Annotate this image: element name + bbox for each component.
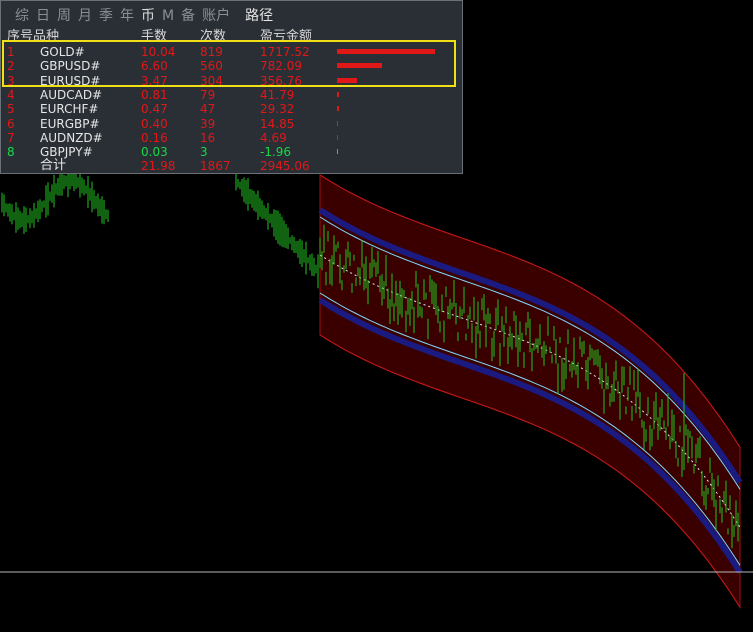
pnl-bar bbox=[337, 149, 338, 155]
row-symbol: EURCHF# bbox=[40, 102, 99, 117]
row-index: 2 bbox=[7, 59, 15, 74]
row-index: 4 bbox=[7, 87, 15, 102]
row-pnl: 356.76 bbox=[260, 73, 302, 88]
row-pnl: 4.69 bbox=[260, 130, 287, 145]
tab-1[interactable]: 日 bbox=[36, 7, 50, 27]
row-index: 7 bbox=[7, 130, 15, 145]
row-symbol: GOLD# bbox=[40, 45, 85, 59]
row-count: 304 bbox=[200, 73, 223, 88]
row-index: 6 bbox=[7, 116, 15, 131]
tab-7[interactable]: M bbox=[162, 7, 174, 27]
table-row[interactable]: 1 GOLD# 10.04 819 1717.52 bbox=[1, 45, 463, 59]
pnl-bar bbox=[337, 77, 357, 83]
total-row: 合计 21.98 1867 2945.06 bbox=[1, 158, 463, 174]
row-index: 1 bbox=[7, 45, 15, 59]
row-count: 16 bbox=[200, 130, 216, 145]
row-count: 47 bbox=[200, 102, 216, 117]
row-count: 819 bbox=[200, 45, 223, 59]
total-pnl: 2945.06 bbox=[260, 159, 310, 173]
row-index: 5 bbox=[7, 102, 15, 117]
tab-2[interactable]: 周 bbox=[57, 7, 71, 27]
row-lots: 3.47 bbox=[141, 73, 168, 88]
row-symbol: EURUSD# bbox=[40, 73, 101, 88]
row-lots: 10.04 bbox=[141, 45, 176, 59]
table-row[interactable]: 8 GBPJPY# 0.03 3 -1.96 bbox=[1, 145, 463, 159]
row-lots: 0.40 bbox=[141, 116, 168, 131]
table-row[interactable]: 2 GBPUSD# 6.60 560 782.09 bbox=[1, 59, 463, 73]
header-index: 序号 bbox=[7, 29, 34, 44]
tab-6[interactable]: 币 bbox=[141, 7, 155, 27]
tab-8[interactable]: 备 bbox=[181, 7, 195, 27]
row-count: 560 bbox=[200, 59, 223, 74]
table-row[interactable]: 6 EURGBP# 0.40 39 14.85 bbox=[1, 117, 463, 131]
row-symbol: AUDNZD# bbox=[40, 130, 103, 145]
tab-path[interactable]: 路径 bbox=[245, 7, 273, 27]
header-index-symbol: 序号品种 bbox=[7, 29, 59, 45]
row-lots: 0.81 bbox=[141, 87, 168, 102]
total-lots: 21.98 bbox=[141, 159, 176, 173]
row-count: 3 bbox=[200, 145, 208, 160]
pnl-bar bbox=[337, 120, 338, 126]
tab-3[interactable]: 月 bbox=[78, 7, 92, 27]
table-row[interactable]: 4 AUDCAD# 0.81 79 41.79 bbox=[1, 88, 463, 102]
row-pnl: 29.32 bbox=[260, 102, 295, 117]
row-lots: 0.47 bbox=[141, 102, 168, 117]
row-pnl: 1717.52 bbox=[260, 45, 310, 59]
row-lots: 0.16 bbox=[141, 130, 168, 145]
total-label: 合计 bbox=[40, 158, 67, 173]
tab-4[interactable]: 季 bbox=[99, 7, 113, 27]
table-row[interactable]: 7 AUDNZD# 0.16 16 4.69 bbox=[1, 131, 463, 145]
row-lots: 6.60 bbox=[141, 59, 168, 74]
pnl-bar bbox=[337, 49, 435, 54]
row-pnl: 782.09 bbox=[260, 59, 302, 74]
table-row[interactable]: 3 EURUSD# 3.47 304 356.76 bbox=[1, 74, 463, 88]
pnl-bar bbox=[337, 91, 339, 97]
row-symbol: EURGBP# bbox=[40, 116, 100, 131]
row-symbol: GBPUSD# bbox=[40, 59, 101, 74]
row-symbol: AUDCAD# bbox=[40, 87, 103, 102]
row-pnl: 14.85 bbox=[260, 116, 295, 131]
row-count: 79 bbox=[200, 87, 216, 102]
period-tabs: 综日周月季年币 M 备账户 路径 bbox=[15, 7, 280, 27]
row-pnl: 41.79 bbox=[260, 87, 295, 102]
header-lots: 手数 bbox=[141, 29, 168, 44]
row-index: 8 bbox=[7, 145, 15, 160]
header-pnl: 盈亏金额 bbox=[260, 29, 313, 44]
statistics-panel: 综日周月季年币 M 备账户 路径 序号品种 手数 次数 盈亏金额 1 GOLD# 10.0… bbox=[0, 0, 463, 174]
tab-9[interactable]: 账户 bbox=[202, 7, 230, 27]
row-count: 39 bbox=[200, 116, 216, 131]
pnl-bar bbox=[337, 134, 338, 140]
row-lots: 0.03 bbox=[141, 145, 168, 160]
row-symbol: GBPJPY# bbox=[40, 145, 93, 160]
row-pnl: -1.96 bbox=[260, 145, 292, 160]
header-symbol: 品种 bbox=[33, 29, 60, 44]
row-index: 3 bbox=[7, 73, 15, 88]
pnl-bar bbox=[337, 106, 339, 112]
tab-0[interactable]: 综 bbox=[15, 7, 29, 27]
table-row[interactable]: 5 EURCHF# 0.47 47 29.32 bbox=[1, 102, 463, 116]
pnl-bar bbox=[337, 63, 382, 69]
tab-5[interactable]: 年 bbox=[120, 7, 134, 27]
header-count: 次数 bbox=[200, 29, 227, 44]
total-count: 1867 bbox=[200, 159, 231, 173]
